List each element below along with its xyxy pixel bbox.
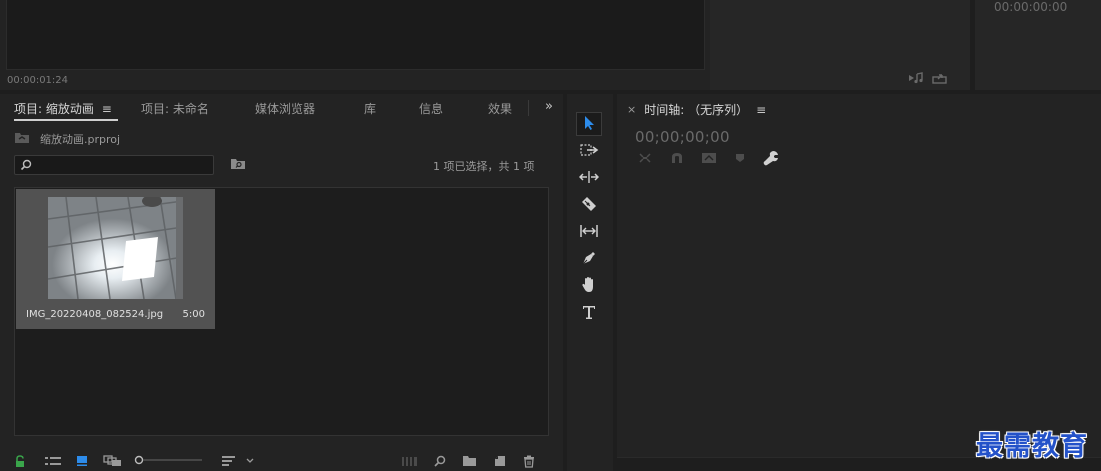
type-icon (581, 304, 597, 323)
project-panel: 项目: 缩放动画 ≡ 项目: 未命名 媒体浏览器 库 信息 效果 » 缩放动画.… (0, 94, 563, 471)
folder-up-icon[interactable] (14, 131, 30, 147)
clip-duration: 5:00 (182, 309, 205, 320)
linked-selection-icon[interactable] (701, 151, 717, 168)
list-view-icon[interactable] (44, 455, 62, 470)
program-monitor-controls (710, 0, 970, 90)
panel-menu-icon[interactable]: ≡ (756, 103, 766, 117)
track-select-tool[interactable] (576, 139, 602, 163)
trash-icon[interactable] (523, 455, 535, 471)
panel-menu-icon[interactable]: ≡ (102, 102, 112, 116)
track-select-forward-icon (579, 143, 599, 160)
pen-icon (581, 250, 597, 269)
new-item-icon[interactable] (494, 455, 506, 470)
pen-tool[interactable] (576, 247, 602, 271)
search-input[interactable] (35, 158, 210, 172)
razor-icon (581, 196, 597, 215)
zoom-slider[interactable] (134, 454, 204, 469)
clip-item[interactable]: IMG_20220408_082524.jpg 5:00 (16, 189, 215, 329)
tab-libraries[interactable]: 库 (364, 100, 376, 117)
razor-tool[interactable] (576, 193, 602, 217)
slip-tool[interactable] (576, 220, 602, 244)
lock-icon[interactable] (14, 455, 26, 471)
automate-to-sequence-icon[interactable] (401, 455, 419, 470)
arrow-cursor-icon (582, 115, 596, 134)
tab-effects[interactable]: 效果 (488, 100, 512, 117)
slip-icon (579, 224, 599, 241)
timeline-timecode[interactable]: 00;00;00;00 (635, 128, 730, 146)
tab-project-zoom-animation[interactable]: 项目: 缩放动画 ≡ (14, 100, 112, 117)
ripple-edit-icon (578, 170, 600, 187)
wrench-icon[interactable] (763, 150, 779, 169)
more-tabs-icon[interactable]: » (545, 99, 553, 114)
add-marker-icon[interactable] (734, 151, 746, 168)
active-tab-underline (14, 119, 118, 121)
tools-panel (567, 94, 613, 471)
ripple-edit-tool[interactable] (576, 166, 602, 190)
find-icon[interactable] (433, 455, 446, 471)
nest-sequence-icon[interactable] (637, 151, 653, 168)
tab-project-untitled[interactable]: 项目: 未命名 (141, 100, 209, 117)
close-icon[interactable]: × (627, 103, 636, 116)
source-monitor-video[interactable] (6, 0, 705, 70)
bin-content-area[interactable]: IMG_20220408_082524.jpg 5:00 (14, 187, 549, 436)
project-search-box[interactable] (14, 155, 214, 175)
source-timecode[interactable]: 00:00:01:24 (7, 75, 68, 86)
selection-tool[interactable] (576, 112, 602, 136)
timeline-title[interactable]: 时间轴: （无序列） (644, 101, 748, 118)
search-icon (20, 159, 32, 174)
hand-icon (581, 276, 597, 296)
project-file-name: 缩放动画.prproj (40, 133, 121, 146)
project-panel-footer (0, 451, 563, 471)
chevron-down-icon[interactable] (245, 455, 255, 470)
icon-view-icon[interactable] (76, 455, 88, 470)
type-tool[interactable] (576, 301, 602, 325)
timeline-header: × 时间轴: （无序列） ≡ (627, 101, 766, 118)
timeline-tracks-area[interactable] (617, 172, 1101, 457)
find-in-bin-icon[interactable] (230, 158, 246, 173)
new-bin-icon[interactable] (462, 455, 477, 470)
clip-name: IMG_20220408_082524.jpg (26, 309, 164, 320)
project-file-row: 缩放动画.prproj (14, 131, 120, 147)
export-frame-icon[interactable] (932, 72, 948, 87)
timeline-toolbar (637, 150, 779, 169)
sort-icons-icon[interactable] (221, 455, 237, 470)
selection-status: 1 项已选择，共 1 项 (433, 160, 535, 173)
source-monitor: 00:00:01:24 (0, 0, 710, 90)
watermark-logo: 最需教育 (976, 431, 1088, 462)
snap-icon[interactable] (670, 151, 684, 168)
audio-output-icon[interactable] (908, 72, 924, 87)
tab-media-browser[interactable]: 媒体浏览器 (255, 100, 315, 117)
tabs-divider (528, 100, 529, 116)
clip-thumbnail[interactable] (48, 197, 183, 299)
program-monitor: 00:00:00:00 (975, 0, 1101, 90)
freeform-view-icon[interactable] (103, 455, 123, 470)
timeline-panel: × 时间轴: （无序列） ≡ 00;00;00;00 (617, 94, 1101, 471)
program-timecode[interactable]: 00:00:00:00 (994, 0, 1067, 14)
project-panel-tabs: 项目: 缩放动画 ≡ 项目: 未命名 媒体浏览器 库 信息 效果 » (0, 94, 563, 122)
hand-tool[interactable] (576, 274, 602, 298)
tab-info[interactable]: 信息 (419, 100, 443, 117)
